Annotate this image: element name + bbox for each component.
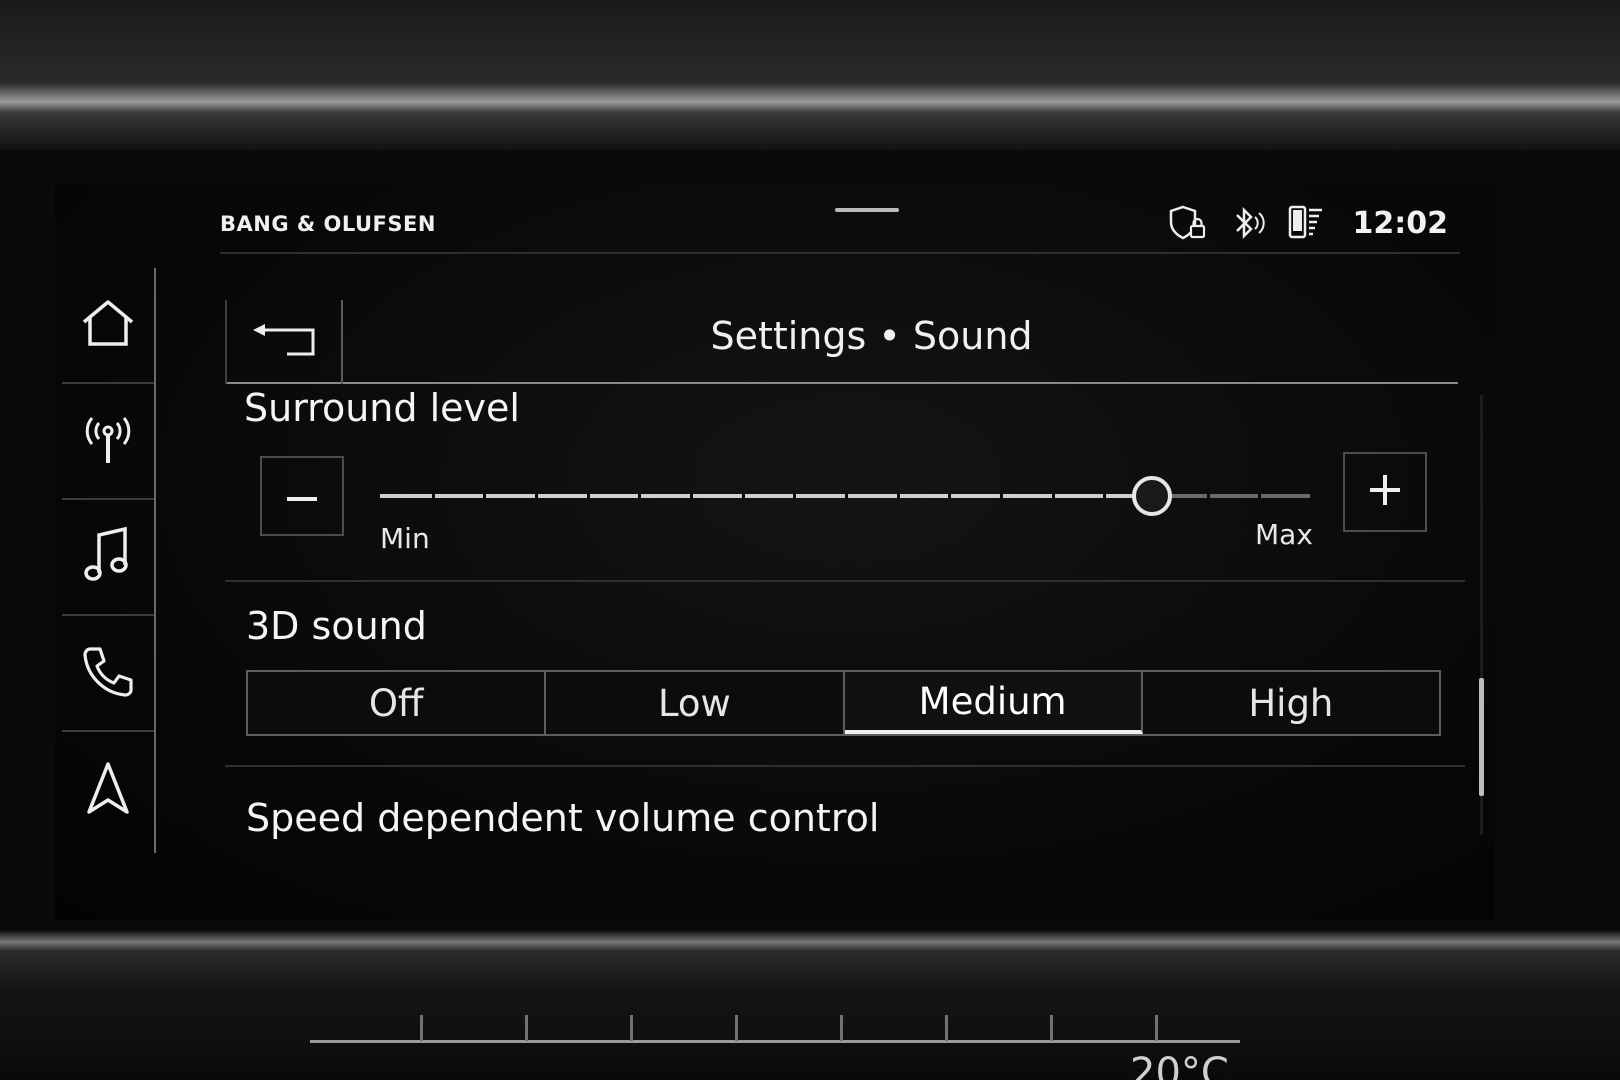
phone-signal-icon — [1287, 204, 1325, 242]
slider-step-gap — [1258, 493, 1261, 499]
slider-min-label: Min — [380, 522, 430, 555]
surround-increase-button[interactable] — [1343, 452, 1427, 532]
3d-sound-option-low[interactable]: Low — [546, 672, 845, 734]
status-icons: 12:02 — [1169, 204, 1449, 242]
climate-control-strip — [310, 1015, 1240, 1054]
slider-step-gap — [432, 493, 435, 499]
radio-antenna-icon — [80, 411, 136, 471]
3d-sound-segmented-control: Off Low Medium High — [246, 670, 1441, 736]
speed-dependent-volume-item[interactable]: Speed dependent volume control — [246, 796, 879, 840]
nav-phone[interactable] — [62, 616, 154, 732]
nav-home[interactable] — [62, 268, 154, 384]
dashboard-bezel-top — [0, 0, 1620, 150]
nav-media[interactable] — [62, 500, 154, 616]
bluetooth-audio-icon — [1231, 205, 1265, 241]
dashboard-bezel-bottom — [0, 930, 1620, 1080]
surround-slider-fill — [380, 494, 1152, 498]
slider-step-gap — [1207, 493, 1210, 499]
scrollbar-thumb[interactable] — [1479, 678, 1484, 796]
slider-step-gap — [1103, 493, 1106, 499]
3d-sound-option-off[interactable]: Off — [248, 672, 547, 734]
section-divider — [225, 765, 1465, 767]
3d-sound-option-medium[interactable]: Medium — [844, 672, 1143, 734]
3d-sound-label: 3D sound — [246, 604, 427, 648]
section-divider — [225, 580, 1465, 582]
slider-step-gap — [690, 493, 693, 499]
phone-icon — [80, 643, 136, 703]
slider-step-gap — [897, 493, 900, 499]
slider-step-gap — [1052, 493, 1055, 499]
shield-lock-icon — [1169, 204, 1209, 242]
brand-label: BANG & OLUFSEN — [220, 212, 436, 236]
slider-step-gap — [483, 493, 486, 499]
slider-step-gap — [948, 493, 951, 499]
slider-step-gap — [535, 493, 538, 499]
surround-slider-thumb[interactable] — [1132, 476, 1172, 516]
plus-icon — [1368, 473, 1402, 511]
slider-step-gap — [845, 493, 848, 499]
slider-step-gap — [1000, 493, 1003, 499]
clock: 12:02 — [1352, 205, 1449, 241]
nav-navigation[interactable] — [62, 732, 154, 848]
3d-sound-option-high[interactable]: High — [1142, 672, 1439, 734]
navigation-arrow-icon — [83, 760, 133, 820]
nav-radio[interactable] — [62, 384, 154, 500]
surround-decrease-button[interactable] — [260, 456, 344, 536]
climate-temperature: 20°C — [1130, 1050, 1229, 1080]
pulldown-handle[interactable] — [835, 208, 899, 212]
slider-max-label: Max — [1255, 518, 1313, 551]
page-title: Settings • Sound — [710, 314, 1033, 358]
slider-step-gap — [742, 493, 745, 499]
status-bar: BANG & OLUFSEN 12:02 — [220, 198, 1460, 254]
page-header: Settings • Sound — [225, 300, 1458, 384]
minus-icon — [285, 487, 319, 506]
left-nav — [62, 268, 156, 853]
music-note-icon — [83, 525, 133, 589]
home-icon — [80, 298, 136, 352]
surround-slider-remaining — [1152, 494, 1310, 498]
slider-step-gap — [793, 493, 796, 499]
surround-level-label: Surround level — [244, 386, 520, 430]
slider-step-gap — [587, 493, 590, 499]
slider-step-gap — [638, 493, 641, 499]
